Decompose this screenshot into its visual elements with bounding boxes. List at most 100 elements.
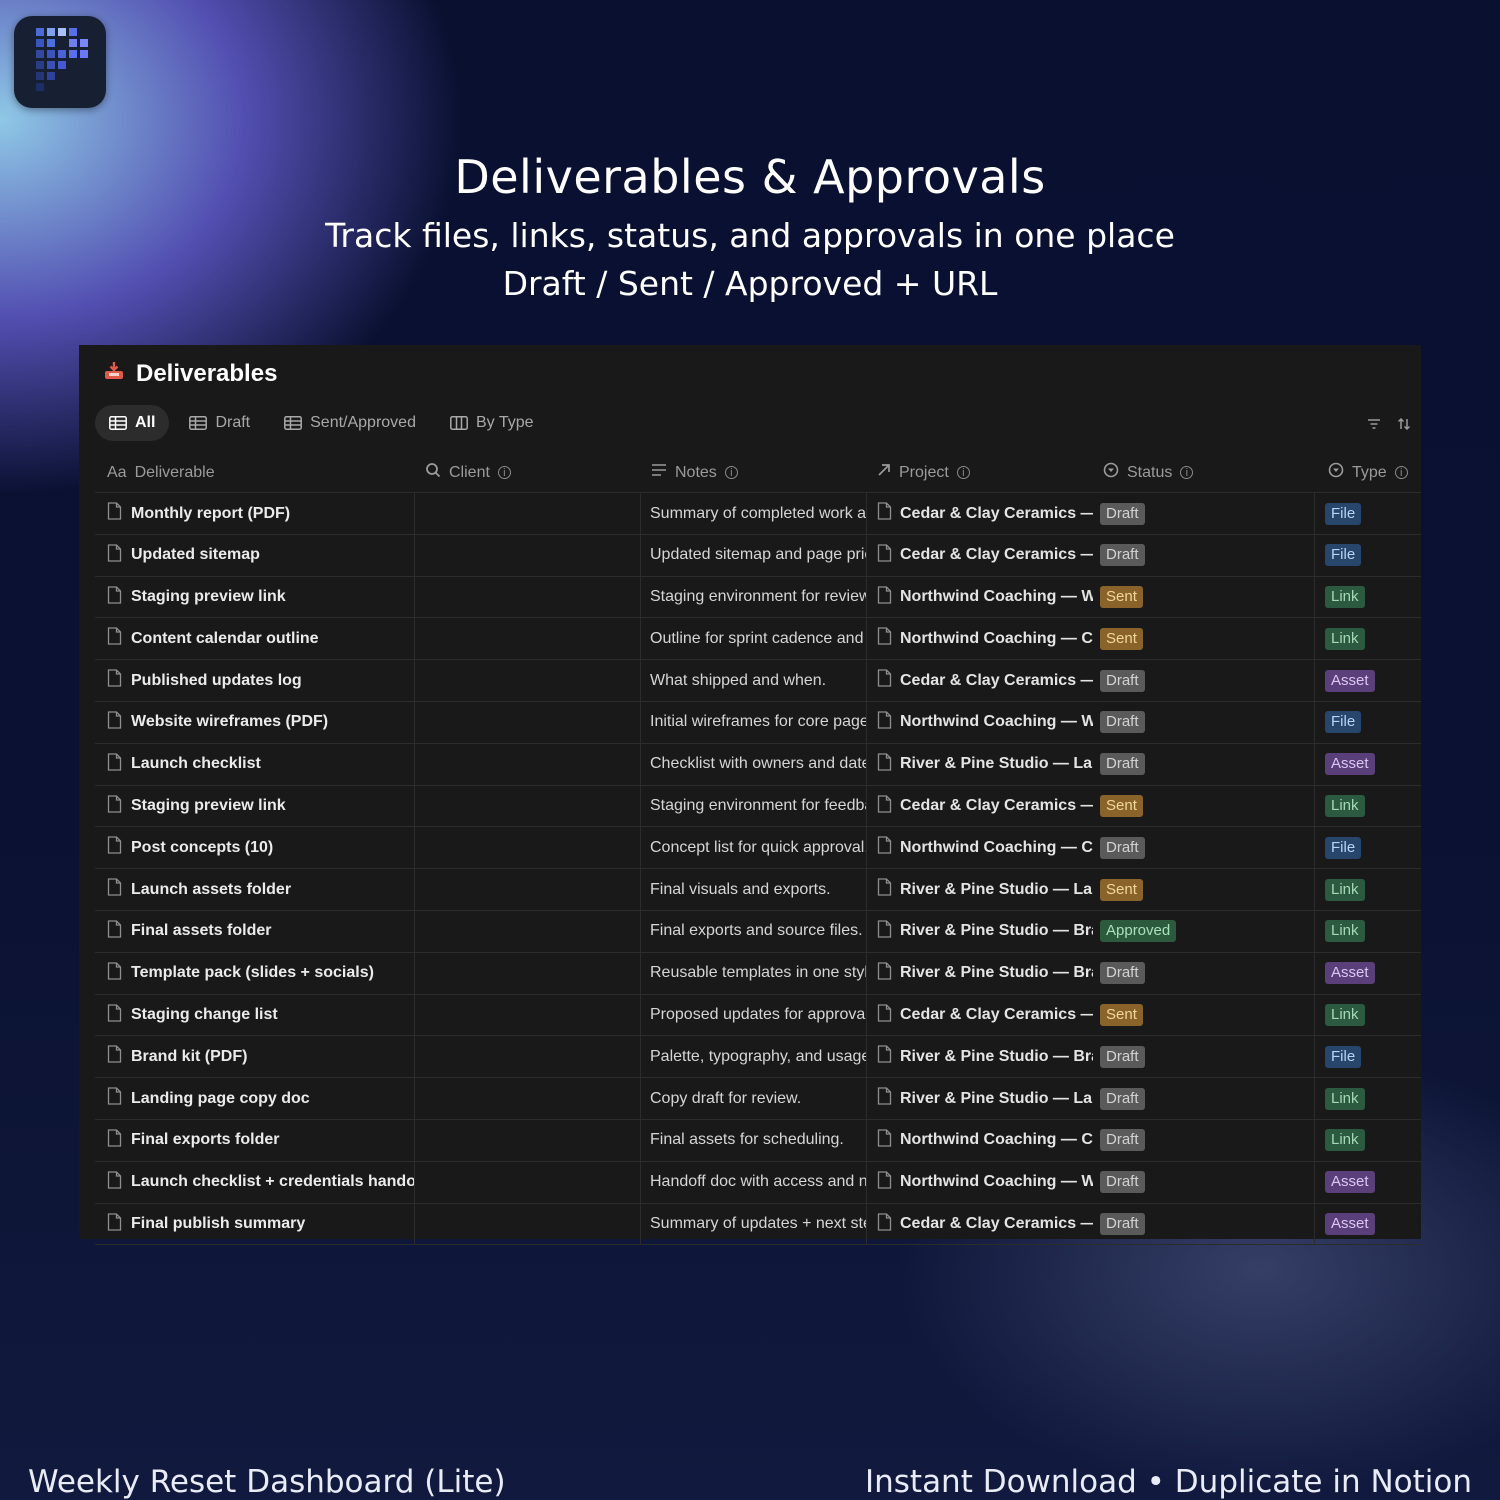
project-link[interactable]: Northwind Coaching — W	[900, 588, 1093, 606]
project-cell[interactable]: River & Pine Studio — Brar	[867, 953, 1093, 994]
client-cell[interactable]	[415, 576, 641, 618]
notes-cell[interactable]: Summary of updates + next ste	[641, 1203, 867, 1245]
type-cell[interactable]: Link	[1325, 786, 1421, 827]
deliverable-cell[interactable]: Updated sitemap	[95, 534, 415, 576]
client-cell[interactable]	[415, 869, 641, 911]
status-cell[interactable]: Sent	[1100, 994, 1315, 1036]
project-cell[interactable]: River & Pine Studio — Brar	[867, 911, 1093, 952]
table-row[interactable]: Launch assets folder Final visuals and ex…	[95, 869, 1421, 911]
project-link[interactable]: Cedar & Clay Ceramics — \	[900, 1215, 1093, 1233]
notes-cell[interactable]: Final assets for scheduling.	[641, 1119, 867, 1161]
deliverable-cell[interactable]: Published updates log	[95, 660, 415, 702]
status-cell[interactable]: Draft	[1100, 952, 1315, 994]
notes-cell[interactable]: Staging environment for review	[641, 576, 867, 618]
column-status[interactable]: Status i	[1103, 452, 1194, 493]
client-cell[interactable]	[415, 743, 641, 785]
status-cell[interactable]: Draft	[1100, 1078, 1315, 1120]
tab-sent-approved[interactable]: Sent/Approved	[270, 405, 430, 441]
deliverable-cell[interactable]: Launch assets folder	[95, 869, 415, 911]
deliverable-cell[interactable]: Launch checklist + credentials handoff	[95, 1161, 415, 1203]
status-cell[interactable]: Sent	[1100, 869, 1315, 911]
project-link[interactable]: Northwind Coaching — W	[900, 713, 1093, 731]
project-cell[interactable]: Northwind Coaching — Cc	[867, 827, 1093, 868]
project-cell[interactable]: Cedar & Clay Ceramics — I	[867, 660, 1093, 701]
project-cell[interactable]: Northwind Coaching — W	[867, 1162, 1093, 1203]
type-cell[interactable]: Link	[1325, 869, 1421, 910]
project-cell[interactable]: Northwind Coaching — Cc	[867, 1120, 1093, 1161]
status-cell[interactable]: Draft	[1100, 1161, 1315, 1203]
table-row[interactable]: Post concepts (10) Concept list for quick…	[95, 827, 1421, 870]
project-cell[interactable]: Cedar & Clay Ceramics — \	[867, 1204, 1093, 1245]
project-link[interactable]: River & Pine Studio — Brar	[900, 922, 1093, 940]
notes-cell[interactable]: Final exports and source files.	[641, 910, 867, 952]
deliverable-cell[interactable]: Final publish summary	[95, 1203, 415, 1245]
type-cell[interactable]: Link	[1325, 995, 1421, 1036]
client-cell[interactable]	[415, 618, 641, 660]
status-cell[interactable]: Draft	[1100, 1036, 1315, 1078]
project-link[interactable]: Cedar & Clay Ceramics — I	[900, 1006, 1093, 1024]
client-cell[interactable]	[415, 493, 641, 534]
notes-cell[interactable]: Reusable templates in one style	[641, 952, 867, 994]
table-row[interactable]: Content calendar outline Outline for spri…	[95, 618, 1421, 661]
status-cell[interactable]: Draft	[1100, 701, 1315, 743]
tab-by-type[interactable]: By Type	[436, 405, 548, 441]
table-row[interactable]: Launch checklist + credentials handoff Ha…	[95, 1161, 1421, 1204]
table-row[interactable]: Staging change list Proposed updates for …	[95, 994, 1421, 1037]
type-cell[interactable]: Link	[1325, 577, 1421, 618]
deliverable-cell[interactable]: Staging change list	[95, 994, 415, 1036]
notes-cell[interactable]: Handoff doc with access and ne	[641, 1161, 867, 1203]
deliverable-cell[interactable]: Launch checklist	[95, 743, 415, 785]
deliverable-cell[interactable]: Staging preview link	[95, 785, 415, 827]
table-row[interactable]: Staging preview link Staging environment …	[95, 785, 1421, 828]
project-link[interactable]: River & Pine Studio — Lau	[900, 755, 1093, 773]
client-cell[interactable]	[415, 952, 641, 994]
sort-icon[interactable]	[1396, 416, 1412, 436]
type-cell[interactable]: Link	[1325, 1120, 1421, 1161]
deliverable-cell[interactable]: Final assets folder	[95, 910, 415, 952]
client-cell[interactable]	[415, 1203, 641, 1245]
project-link[interactable]: Cedar & Clay Ceramics — \	[900, 797, 1093, 815]
type-cell[interactable]: Link	[1325, 618, 1421, 659]
type-cell[interactable]: Asset	[1325, 660, 1421, 701]
status-cell[interactable]: Draft	[1100, 660, 1315, 702]
status-cell[interactable]: Draft	[1100, 493, 1315, 534]
column-project[interactable]: Project i	[877, 452, 970, 493]
notes-cell[interactable]: Outline for sprint cadence and	[641, 618, 867, 660]
project-link[interactable]: Northwind Coaching — Cc	[900, 1131, 1093, 1149]
notes-cell[interactable]: Updated sitemap and page pric	[641, 534, 867, 576]
notes-cell[interactable]: Final visuals and exports.	[641, 869, 867, 911]
project-cell[interactable]: River & Pine Studio — Brar	[867, 1036, 1093, 1077]
deliverable-cell[interactable]: Final exports folder	[95, 1119, 415, 1161]
type-cell[interactable]: File	[1325, 827, 1421, 868]
project-cell[interactable]: River & Pine Studio — Lau	[867, 1078, 1093, 1119]
deliverable-cell[interactable]: Website wireframes (PDF)	[95, 701, 415, 743]
client-cell[interactable]	[415, 1036, 641, 1078]
status-cell[interactable]: Draft	[1100, 1203, 1315, 1245]
deliverable-cell[interactable]: Monthly report (PDF)	[95, 493, 415, 534]
project-cell[interactable]: Northwind Coaching — Cc	[867, 618, 1093, 659]
table-row[interactable]: Updated sitemap Updated sitemap and page …	[95, 534, 1421, 577]
project-link[interactable]: River & Pine Studio — Lau	[900, 881, 1093, 899]
database-title[interactable]: Deliverables	[104, 358, 277, 390]
client-cell[interactable]	[415, 701, 641, 743]
table-row[interactable]: Launch checklist Checklist with owners an…	[95, 743, 1421, 786]
project-cell[interactable]: Cedar & Clay Ceramics — I	[867, 995, 1093, 1036]
tab-all[interactable]: All	[95, 405, 170, 441]
type-cell[interactable]: File	[1325, 1036, 1421, 1077]
status-cell[interactable]: Draft	[1100, 1119, 1315, 1161]
project-link[interactable]: Northwind Coaching — Cc	[900, 630, 1093, 648]
type-cell[interactable]: Asset	[1325, 744, 1421, 785]
filter-icon[interactable]	[1366, 416, 1382, 436]
type-cell[interactable]: File	[1325, 702, 1421, 743]
notes-cell[interactable]: Summary of completed work ar	[641, 493, 867, 534]
client-cell[interactable]	[415, 534, 641, 576]
project-cell[interactable]: River & Pine Studio — Lau	[867, 869, 1093, 910]
table-row[interactable]: Website wireframes (PDF) Initial wirefram…	[95, 701, 1421, 744]
table-row[interactable]: Final assets folder Final exports and sou…	[95, 910, 1421, 953]
type-cell[interactable]: Link	[1325, 1078, 1421, 1119]
notes-cell[interactable]: Checklist with owners and date	[641, 743, 867, 785]
project-cell[interactable]: Cedar & Clay Ceramics — \	[867, 786, 1093, 827]
column-client[interactable]: Client i	[425, 452, 511, 493]
notes-cell[interactable]: Initial wireframes for core page	[641, 701, 867, 743]
table-row[interactable]: Final exports folder Final assets for sch…	[95, 1119, 1421, 1162]
